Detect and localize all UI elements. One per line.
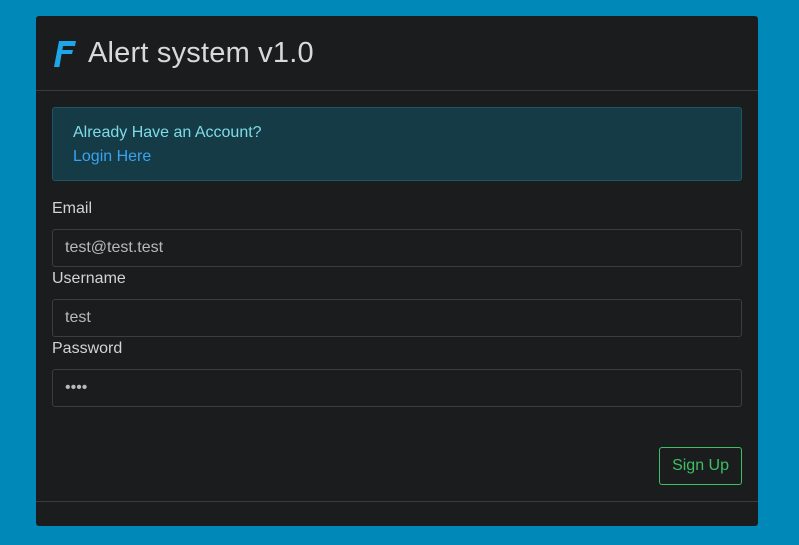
email-field[interactable] bbox=[52, 229, 742, 267]
password-label: Password bbox=[52, 340, 123, 357]
login-info-alert: Already Have an Account? Login Here bbox=[52, 107, 742, 181]
password-field[interactable] bbox=[52, 369, 742, 407]
brand-f-icon bbox=[54, 41, 76, 67]
card-footer bbox=[36, 501, 758, 526]
info-text: Already Have an Account? bbox=[73, 124, 262, 141]
username-label: Username bbox=[52, 270, 126, 287]
signup-card: Alert system v1.0 Already Have an Accoun… bbox=[36, 16, 758, 526]
card-body: Already Have an Account? Login Here Emai… bbox=[36, 91, 758, 485]
form-actions: Sign Up bbox=[52, 447, 742, 485]
login-link[interactable]: Login Here bbox=[73, 145, 151, 169]
username-field[interactable] bbox=[52, 299, 742, 337]
sign-up-button[interactable]: Sign Up bbox=[659, 447, 742, 485]
page-title: Alert system v1.0 bbox=[88, 36, 314, 69]
email-label: Email bbox=[52, 200, 93, 217]
card-header: Alert system v1.0 bbox=[36, 16, 758, 91]
